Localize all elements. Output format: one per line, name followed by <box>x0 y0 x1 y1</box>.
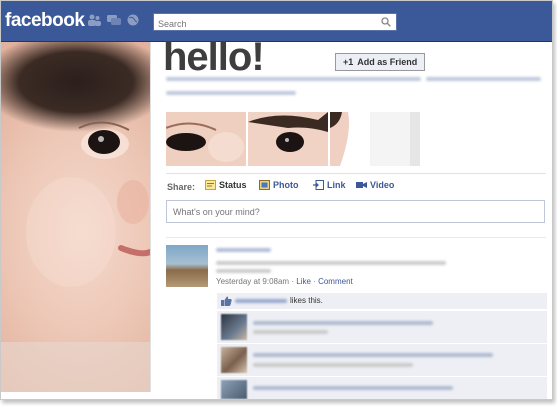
eye-crop-1 <box>166 112 246 166</box>
photo-thumbnail-1[interactable] <box>166 112 246 166</box>
comment-item <box>217 377 547 399</box>
status-input[interactable] <box>173 207 533 217</box>
search-icon[interactable] <box>381 17 391 27</box>
photo-thumbnail-4[interactable] <box>410 112 420 166</box>
messages-icon[interactable] <box>107 14 121 26</box>
feed-separator <box>166 237 546 238</box>
status-icon <box>205 180 216 190</box>
like-link[interactable]: Like <box>296 277 311 286</box>
comment-text-line-1 <box>253 353 493 357</box>
profile-name: hello! <box>163 35 265 79</box>
share-status-tab[interactable]: Status <box>205 180 247 194</box>
commenter-avatar[interactable] <box>221 347 247 373</box>
friend-requests-icon[interactable] <box>87 14 101 26</box>
story-timestamp: Yesterday at 9:08am <box>216 277 290 286</box>
link-icon <box>313 180 324 190</box>
share-status-label: Status <box>219 180 247 190</box>
browser-frame: facebook Search hello! +1 Add as Friend … <box>0 0 553 400</box>
story-text-line-2 <box>216 269 271 273</box>
commenter-avatar[interactable] <box>221 380 247 399</box>
column-divider <box>150 42 151 392</box>
share-photo-tab[interactable]: Photo <box>259 180 299 194</box>
story-thumbnail[interactable] <box>166 245 208 287</box>
liker-name-blurred <box>235 299 287 303</box>
meta-separator: · <box>313 277 316 286</box>
search-input[interactable] <box>158 17 368 31</box>
add-friend-icon: +1 <box>343 57 354 67</box>
share-label: Share: <box>167 182 196 192</box>
thumbs-up-icon <box>221 296 232 306</box>
comment-text-line-1 <box>253 321 433 325</box>
share-link-tab[interactable]: Link <box>313 180 346 194</box>
profile-picture[interactable] <box>1 42 150 392</box>
story-text-line-1 <box>216 261 446 265</box>
photo-icon <box>259 180 270 190</box>
photo-thumbnail-2[interactable] <box>248 112 328 166</box>
comment-item <box>217 311 547 344</box>
profile-info-line-1 <box>166 77 421 81</box>
profile-info-line-2 <box>166 91 296 95</box>
likes-text: likes this. <box>290 296 323 305</box>
story-meta: Yesterday at 9:08am · Like · Comment <box>216 277 353 286</box>
comment-text-line-2 <box>253 330 328 334</box>
notifications-globe-icon[interactable] <box>126 14 140 26</box>
story-author-blurred <box>216 248 271 252</box>
search-box[interactable] <box>153 13 397 31</box>
facebook-logo[interactable]: facebook <box>5 10 85 32</box>
share-video-label: Video <box>370 180 395 190</box>
comment-text-line-1 <box>253 386 453 390</box>
face-edge-crop <box>330 112 410 166</box>
baby-face-illustration <box>1 121 150 392</box>
share-photo-label: Photo <box>273 180 299 190</box>
top-bar: facebook <box>1 1 552 42</box>
share-bar: Share: Status Photo Link Video <box>166 173 546 200</box>
meta-separator: · <box>291 277 294 286</box>
profile-info-line-1b <box>426 77 541 81</box>
comment-link[interactable]: Comment <box>318 277 353 286</box>
eye-crop-2 <box>248 112 328 166</box>
add-as-friend-button[interactable]: +1 Add as Friend <box>335 53 426 71</box>
share-video-tab[interactable]: Video <box>356 180 394 194</box>
photo-thumbnail-3[interactable] <box>330 112 410 166</box>
status-composer[interactable] <box>166 200 545 223</box>
likes-row: likes this. <box>217 293 547 310</box>
video-icon <box>356 182 367 188</box>
comment-text-line-2 <box>253 363 413 367</box>
add-friend-label: Add as Friend <box>357 57 418 67</box>
comment-item <box>217 344 547 377</box>
commenter-avatar[interactable] <box>221 314 247 340</box>
share-link-label: Link <box>327 180 346 190</box>
